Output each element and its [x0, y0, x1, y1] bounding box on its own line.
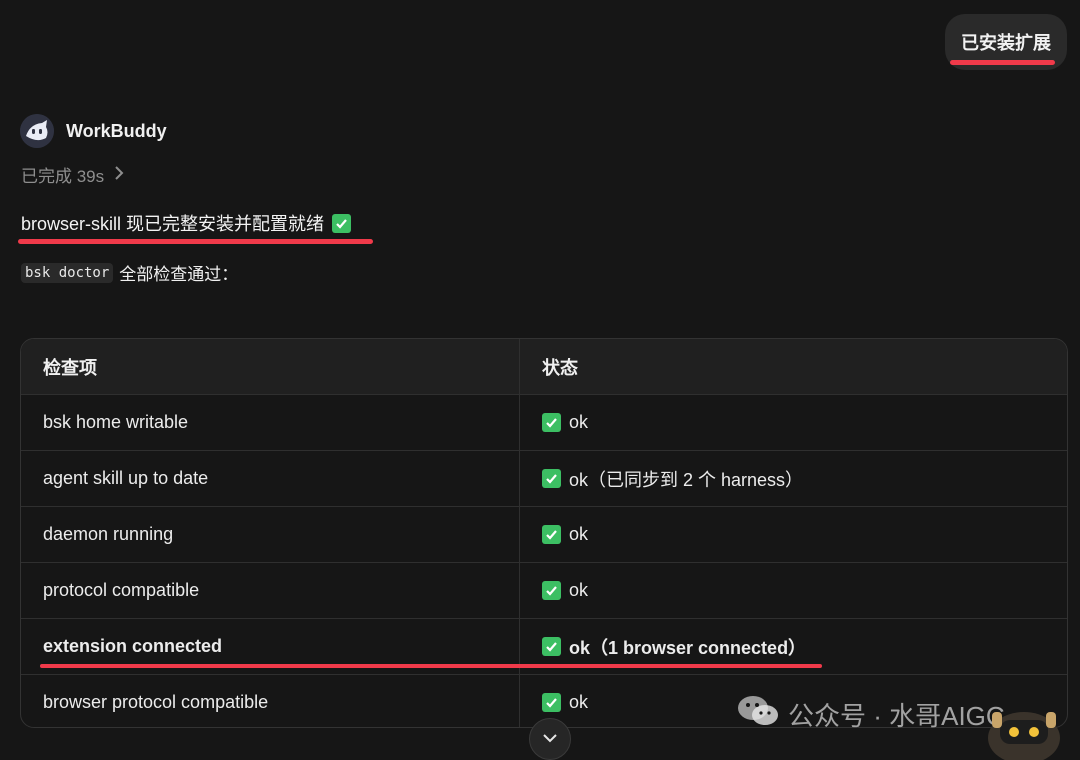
completion-status[interactable]: 已完成 39s [21, 162, 124, 187]
check-item: protocol compatible [21, 562, 520, 619]
check-status-text: ok [569, 692, 589, 712]
watermark-text: 公众号 · 水哥AIGC [788, 701, 1005, 731]
check-box-icon [542, 413, 561, 432]
check-status: ok（已同步到 2 个 harness） [519, 450, 1067, 507]
check-status-text: ok（已同步到 2 个 harness） [569, 469, 804, 490]
check-status: ok [519, 562, 1067, 619]
doctor-summary-text: 全部检查通过： [119, 265, 239, 284]
column-header-item: 检查项 [21, 339, 520, 395]
extension-row-highlight [40, 664, 822, 668]
chevron-right-icon [114, 165, 124, 185]
check-item: agent skill up to date [21, 450, 520, 507]
mascot-image [978, 698, 1070, 760]
check-status-text: ok（1 browser connected） [569, 637, 807, 658]
check-table: 检查项 状态 bsk home writable ok agent skill … [20, 338, 1068, 728]
check-status-text: ok [569, 580, 589, 600]
column-header-status: 状态 [519, 339, 1067, 395]
headline-highlight [18, 239, 373, 244]
table-header-row: 检查项 状态 [21, 339, 1067, 395]
table-row: bsk home writable ok [21, 394, 1067, 451]
doctor-command: bsk doctor [21, 262, 114, 283]
check-item: daemon running [21, 506, 520, 563]
check-status-text: ok [569, 412, 589, 432]
user-message-text: 已安装扩展 [961, 33, 1051, 53]
watermark: 公众号 · 水哥AIGC [736, 694, 1005, 735]
completion-status-text: 已完成 39s [21, 167, 105, 186]
chat-page: 已安装扩展 WorkBuddy 已完成 39s browser-skill 现已… [0, 0, 1080, 760]
assistant-name: WorkBuddy [66, 120, 167, 141]
avatar [20, 114, 54, 148]
check-box-icon [332, 213, 352, 233]
check-box-icon [542, 693, 561, 712]
scroll-down-button[interactable] [529, 718, 571, 760]
check-status: ok [519, 506, 1067, 563]
assistant-header: WorkBuddy [20, 114, 167, 148]
check-status: ok [519, 394, 1067, 451]
check-box-icon [542, 469, 561, 488]
chevron-down-icon [542, 730, 558, 748]
table-row: agent skill up to date ok（已同步到 2 个 harne… [21, 450, 1067, 507]
doctor-summary: bsk doctor 全部检查通过： [21, 260, 238, 285]
check-status-text: ok [569, 524, 589, 544]
check-box-icon [542, 637, 561, 656]
result-headline: browser-skill 现已完整安装并配置就绪 [21, 210, 352, 236]
result-headline-text: browser-skill 现已完整安装并配置就绪 [21, 214, 325, 234]
wechat-icon [736, 694, 780, 735]
table-row: daemon running ok [21, 506, 1067, 563]
check-item: bsk home writable [21, 394, 520, 451]
check-item: browser protocol compatible [21, 674, 520, 727]
check-box-icon [542, 581, 561, 600]
check-box-icon [542, 525, 561, 544]
user-message-highlight [950, 60, 1055, 65]
table-row: protocol compatible ok [21, 562, 1067, 619]
